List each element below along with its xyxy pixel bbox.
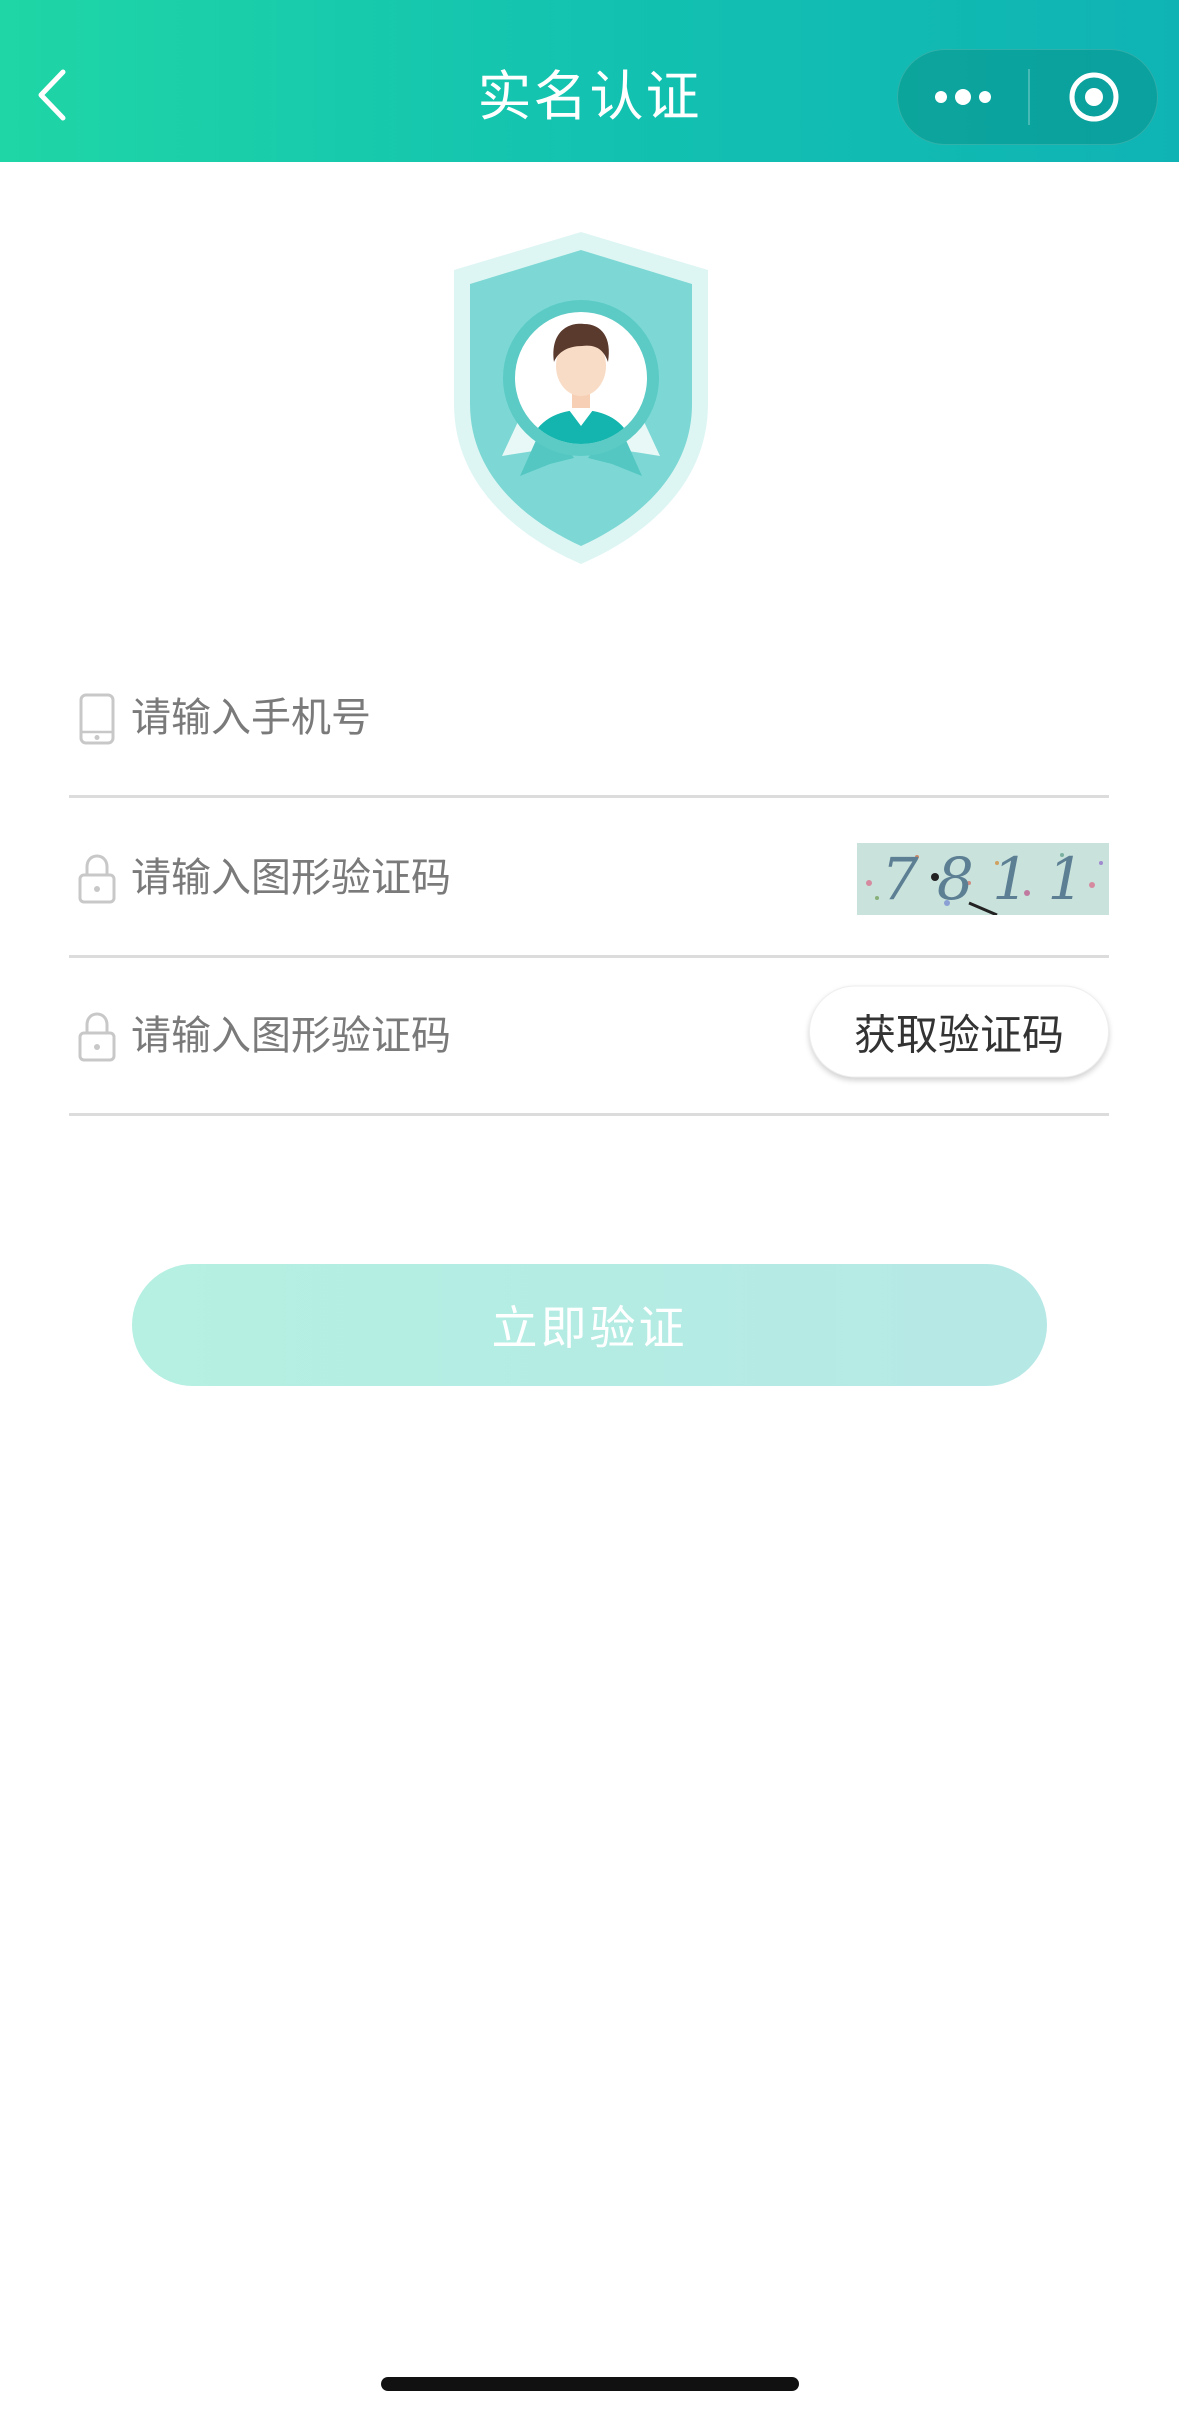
mini-program-capsule bbox=[897, 49, 1158, 145]
image-code-row: 7 8 1 1 bbox=[69, 800, 1109, 958]
home-indicator bbox=[381, 2377, 799, 2391]
close-mini-program-button[interactable] bbox=[1030, 49, 1157, 145]
phone-row bbox=[69, 640, 1109, 798]
nav-bar: 实名认证 bbox=[0, 0, 1179, 162]
lock-icon bbox=[78, 854, 116, 904]
shield-avatar-icon bbox=[454, 232, 708, 564]
captcha-text: 7 8 1 1 bbox=[881, 845, 1085, 913]
more-button[interactable] bbox=[898, 49, 1028, 145]
image-code-input[interactable] bbox=[131, 800, 831, 955]
sms-code-row: 获取验证码 bbox=[69, 958, 1109, 1116]
lock-icon bbox=[78, 1012, 116, 1062]
sms-code-input[interactable] bbox=[131, 958, 831, 1113]
divider bbox=[69, 795, 1109, 798]
captcha-image[interactable]: 7 8 1 1 bbox=[857, 843, 1109, 915]
divider bbox=[69, 1113, 1109, 1116]
phone-icon bbox=[79, 693, 115, 745]
get-code-button[interactable]: 获取验证码 bbox=[809, 985, 1109, 1078]
more-dots-icon bbox=[935, 89, 991, 105]
phone-input[interactable] bbox=[131, 640, 831, 795]
target-circle-icon bbox=[1069, 72, 1118, 122]
verify-now-button[interactable]: 立即验证 bbox=[132, 1264, 1047, 1386]
